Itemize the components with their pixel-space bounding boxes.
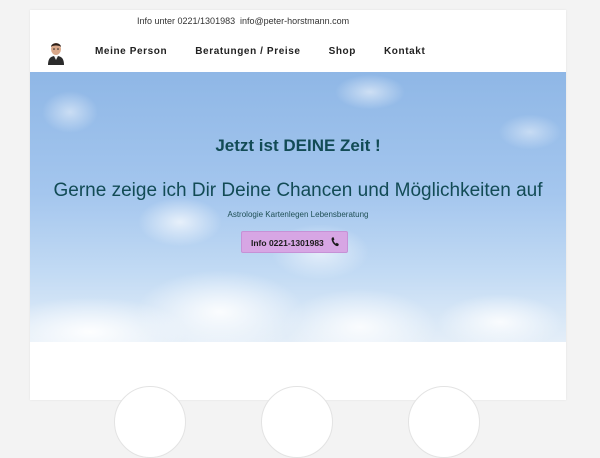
hero-headline: Jetzt ist DEINE Zeit ! bbox=[215, 136, 381, 155]
portrait-icon bbox=[42, 37, 70, 65]
nav-item-shop[interactable]: Shop bbox=[329, 46, 356, 57]
topbar-email[interactable]: info@peter-horstmann.com bbox=[240, 16, 349, 26]
phone-icon bbox=[331, 237, 339, 247]
info-call-button[interactable]: Info 0221-1301983 bbox=[241, 231, 348, 253]
hero-subheadline: Gerne zeige ich Dir Deine Chancen und Mö… bbox=[53, 180, 543, 201]
top-info-bar: Info unter 0221/1301983 info@peter-horst… bbox=[30, 10, 566, 32]
feature-circle[interactable] bbox=[408, 386, 480, 458]
feature-circles-row bbox=[30, 382, 566, 458]
main-navigation: Meine Person Beratungen / Preise Shop Ko… bbox=[95, 46, 425, 57]
hero-banner: Jetzt ist DEINE Zeit ! Gerne zeige ich D… bbox=[30, 72, 566, 342]
info-call-button-label: Info 0221-1301983 bbox=[251, 238, 324, 248]
feature-circle[interactable] bbox=[114, 386, 186, 458]
topbar-phone[interactable]: Info unter 0221/1301983 bbox=[137, 16, 235, 26]
page-container: Info unter 0221/1301983 info@peter-horst… bbox=[30, 10, 566, 458]
feature-circle[interactable] bbox=[261, 386, 333, 458]
nav-item-meine-person[interactable]: Meine Person bbox=[95, 46, 167, 57]
hero-tagline: Astrologie Kartenlegen Lebensberatung bbox=[227, 210, 369, 219]
nav-item-kontakt[interactable]: Kontakt bbox=[384, 46, 425, 57]
nav-item-beratungen-preise[interactable]: Beratungen / Preise bbox=[195, 46, 300, 57]
logo-avatar[interactable] bbox=[42, 37, 70, 65]
